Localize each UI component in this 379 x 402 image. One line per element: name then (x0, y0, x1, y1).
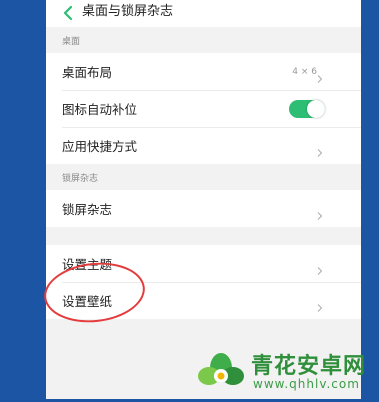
section-label-desktop: 桌面 (62, 37, 81, 47)
desktop-layout-label: 桌面布局 (62, 65, 113, 80)
lockscreen-magazine-label: 锁屏杂志 (62, 202, 113, 217)
phone-screen: 桌面与锁屏杂志 桌面 桌面布局 4 × 6 图标自动补位 应用快捷方式 锁屏杂志… (46, 0, 361, 399)
set-theme-label: 设置主题 (62, 257, 113, 272)
desktop-layout-row[interactable]: 桌面布局 4 × 6 (46, 53, 361, 90)
lockscreen-settings-group: 锁屏杂志 (46, 190, 361, 227)
page-title: 桌面与锁屏杂志 (82, 4, 174, 19)
chevron-right-icon (317, 68, 323, 83)
back-arrow-icon[interactable] (60, 4, 76, 22)
section-label-lockscreen: 锁屏杂志 (62, 174, 99, 184)
toggle-knob (307, 99, 325, 118)
set-wallpaper-row[interactable]: 设置壁纸 (46, 282, 361, 319)
desktop-layout-value: 4 × 6 (292, 66, 317, 77)
icon-auto-fill-row: 图标自动补位 (46, 90, 361, 127)
flower-logo-icon (195, 346, 247, 398)
set-theme-row[interactable]: 设置主题 (46, 245, 361, 282)
chevron-right-icon (317, 260, 323, 275)
desktop-settings-group: 桌面布局 4 × 6 图标自动补位 应用快捷方式 (46, 53, 361, 164)
lockscreen-magazine-row[interactable]: 锁屏杂志 (46, 190, 361, 227)
app-shortcuts-row[interactable]: 应用快捷方式 (46, 127, 361, 164)
chevron-right-icon (317, 205, 323, 220)
site-watermark: 青花安卓网 www.qhhlv.com (195, 344, 379, 399)
app-shortcuts-label: 应用快捷方式 (62, 139, 138, 154)
chevron-right-icon (317, 142, 323, 157)
icon-auto-fill-label: 图标自动补位 (62, 102, 138, 117)
chevron-right-icon (317, 297, 323, 312)
watermark-name: 青花安卓网 (251, 354, 367, 379)
title-bar: 桌面与锁屏杂志 (46, 0, 361, 27)
watermark-url: www.qhhlv.com (253, 377, 360, 391)
set-wallpaper-label: 设置壁纸 (62, 294, 113, 309)
icon-auto-fill-toggle[interactable] (289, 99, 325, 118)
theme-wallpaper-group: 设置主题 设置壁纸 (46, 245, 361, 319)
